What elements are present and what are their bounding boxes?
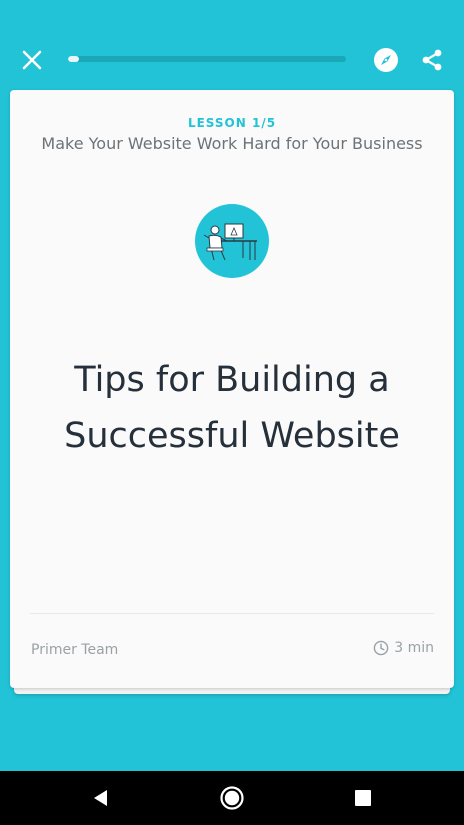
- person-at-desk-icon: [203, 223, 257, 261]
- compass-icon: [374, 48, 398, 72]
- card-divider: [30, 613, 434, 614]
- home-button[interactable]: [217, 783, 247, 813]
- clock-icon: [373, 640, 389, 656]
- lesson-progress-bar: [68, 56, 346, 62]
- share-icon: [422, 49, 442, 71]
- lesson-number-label: LESSON 1/5: [187, 116, 277, 130]
- recents-square-icon: [355, 790, 371, 806]
- author-name: Primer Team: [31, 642, 119, 658]
- recents-button[interactable]: [348, 783, 378, 813]
- lesson-title: Tips for Building a Successful Website: [64, 360, 400, 456]
- android-navigation-bar: [0, 771, 464, 825]
- share-button[interactable]: [414, 42, 450, 78]
- close-button[interactable]: [14, 42, 50, 78]
- explore-button[interactable]: [368, 42, 404, 78]
- close-icon: [22, 50, 42, 70]
- duration-text: 3 min: [394, 640, 434, 656]
- back-triangle-icon: [94, 790, 107, 806]
- back-button[interactable]: [86, 783, 116, 813]
- lesson-card[interactable]: LESSON 1/5 Make Your Website Work Hard f…: [10, 90, 454, 688]
- duration: 3 min: [373, 640, 434, 656]
- lesson-progress-fill: [68, 56, 80, 62]
- home-circle-icon: [220, 786, 244, 810]
- course-title: Make Your Website Work Hard for Your Bus…: [41, 134, 423, 153]
- lesson-illustration: [195, 204, 269, 278]
